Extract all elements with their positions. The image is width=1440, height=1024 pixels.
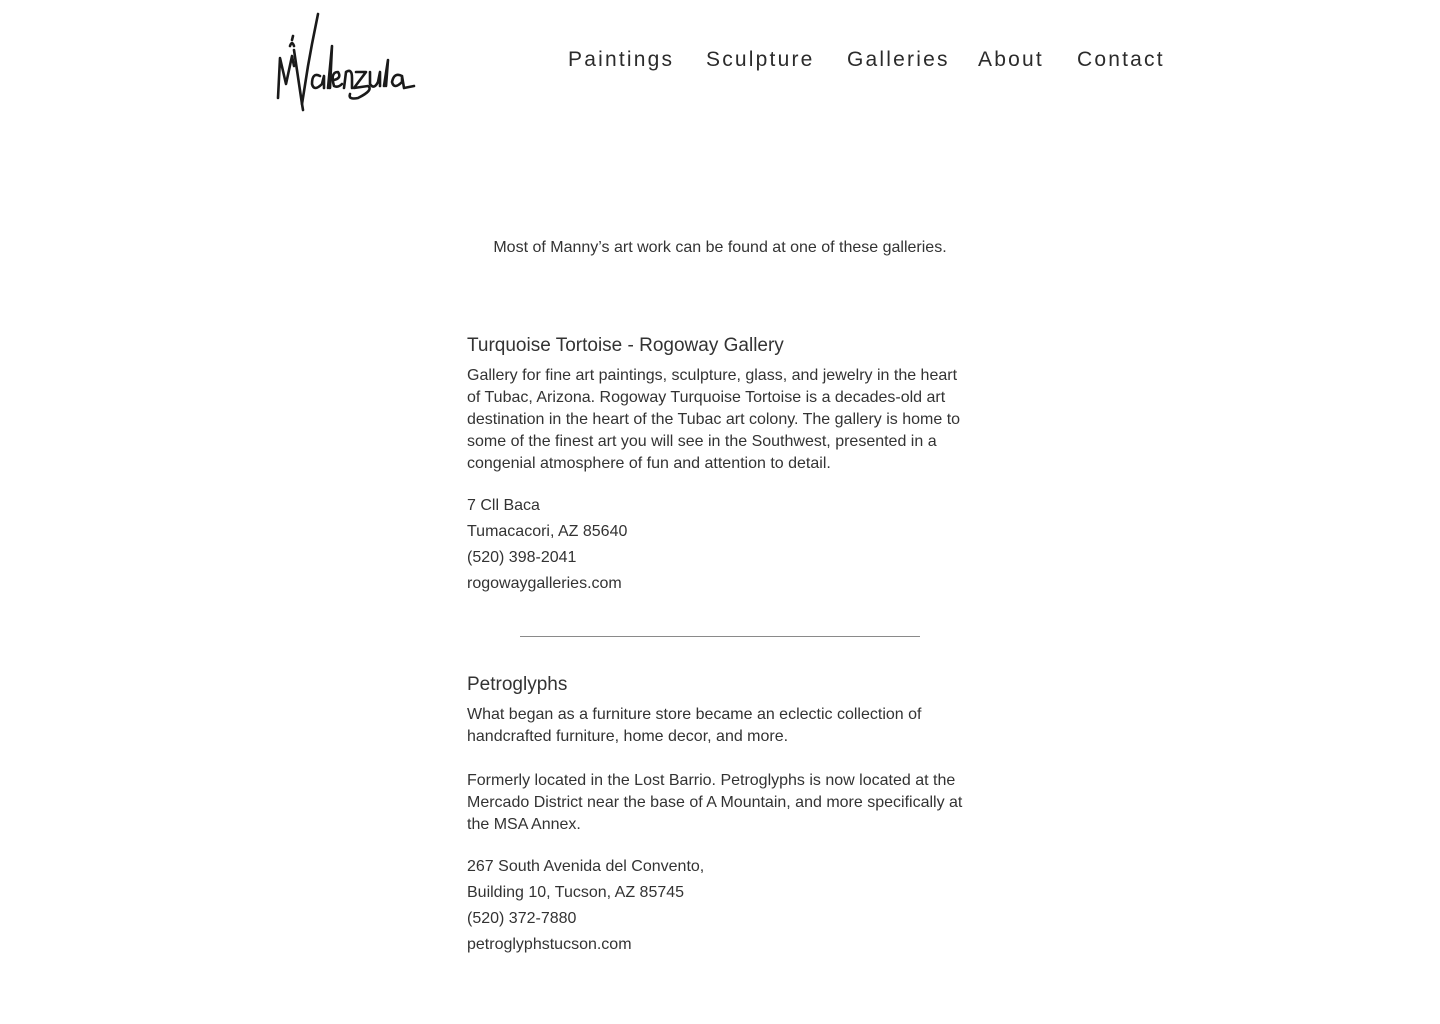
- gallery-contact: 7 Cll Baca Tumacacori, AZ 85640 (520) 39…: [467, 493, 972, 597]
- nav-contact[interactable]: Contact: [1077, 46, 1165, 74]
- gallery-description: Formerly located in the Lost Barrio. Pet…: [467, 772, 963, 833]
- address-line: 7 Cll Baca: [467, 497, 540, 514]
- gallery-name: Petroglyphs: [467, 674, 568, 695]
- intro-text: Most of Manny’s art work can be found at…: [493, 239, 947, 256]
- nav-about[interactable]: About: [978, 46, 1044, 74]
- phone-number: (520) 372-7880: [467, 910, 577, 927]
- nav-paintings[interactable]: Paintings: [568, 46, 674, 74]
- nav-sculpture[interactable]: Sculpture: [706, 46, 815, 74]
- gallery-entry-petroglyphs: Petroglyphs What began as a furniture st…: [467, 672, 972, 958]
- gallery-description: Gallery for fine art paintings, sculptur…: [467, 367, 961, 472]
- gallery-name: Turquoise Tortoise - Rogoway Gallery: [467, 335, 784, 356]
- gallery-description: What began as a furniture store became a…: [467, 706, 922, 745]
- section-divider: [520, 636, 920, 637]
- address-line: 267 South Avenida del Convento,: [467, 858, 705, 875]
- gallery-website-link[interactable]: rogowaygalleries.com: [467, 575, 622, 592]
- main-nav: Paintings Sculpture Galleries About Cont…: [0, 46, 1440, 76]
- gallery-entry-rogoway: Turquoise Tortoise - Rogoway Gallery Gal…: [467, 333, 972, 597]
- gallery-website-link[interactable]: petroglyphstucson.com: [467, 936, 632, 953]
- phone-number: (520) 398-2041: [467, 549, 577, 566]
- gallery-contact: 267 South Avenida del Convento, Building…: [467, 854, 972, 958]
- nav-galleries[interactable]: Galleries: [847, 46, 950, 74]
- address-line: Building 10, Tucson, AZ 85745: [467, 884, 685, 901]
- address-line: Tumacacori, AZ 85640: [467, 523, 628, 540]
